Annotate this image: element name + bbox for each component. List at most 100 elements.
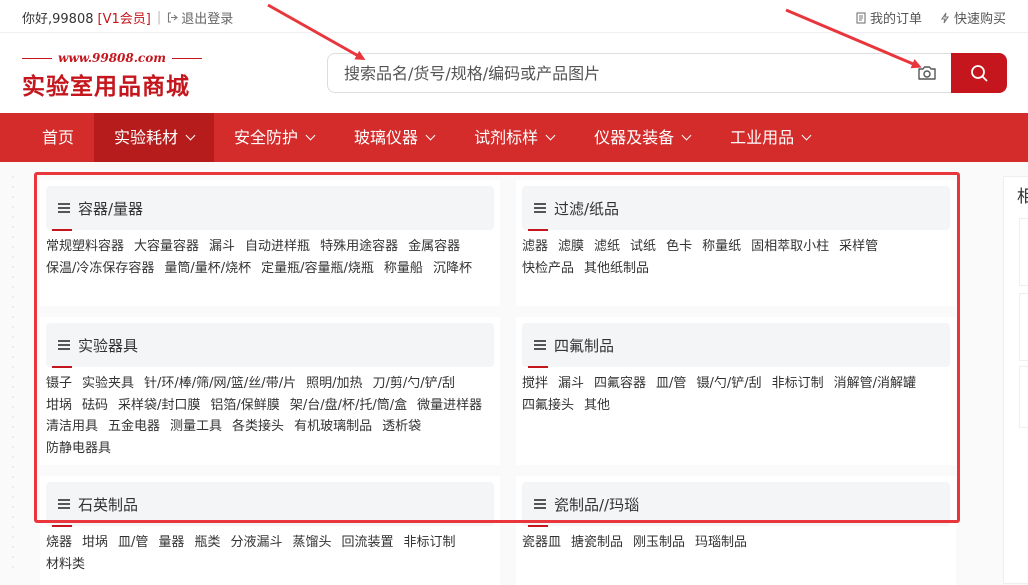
category-link[interactable]: 材料类 [46, 554, 85, 576]
category-link[interactable]: 量筒/量杯/烧杯 [164, 258, 251, 280]
search-bar [327, 53, 1007, 93]
nav-item-industrial[interactable]: 工业用品 [710, 113, 830, 162]
category-link[interactable]: 分液漏斗 [230, 532, 282, 554]
category-link[interactable]: 采样管 [839, 236, 878, 258]
category-title: 石英制品 [78, 495, 139, 514]
category-block: 容器/量器 常规塑料容器 大容量容器 漏斗 自动进样瓶 特殊用途容器 金属容器保温/冷冻保… [40, 180, 500, 306]
category-link[interactable]: 各类接头 [232, 416, 284, 438]
category-link[interactable]: 刀/剪/勺/铲/刮 [372, 373, 455, 395]
category-link[interactable]: 烧器 [46, 532, 72, 554]
category-link[interactable]: 色卡 [666, 236, 692, 258]
nav-item-glassware[interactable]: 玻璃仪器 [334, 113, 454, 162]
category-link[interactable]: 针/环/棒/筛/网/篮/丝/带/片 [144, 373, 296, 395]
category-link[interactable]: 其他 [584, 395, 610, 417]
search-button[interactable] [951, 53, 1007, 93]
category-header[interactable]: 实验器具 [46, 323, 494, 368]
category-link[interactable]: 称量纸 [702, 236, 741, 258]
category-link[interactable]: 坩埚 [82, 532, 108, 554]
category-header[interactable]: 瓷制品//玛瑙 [522, 482, 950, 527]
category-link[interactable]: 防静电器具 [46, 438, 111, 460]
category-link[interactable]: 漏斗 [209, 236, 235, 258]
category-link[interactable]: 瓶类 [194, 532, 220, 554]
title-underline [52, 366, 72, 368]
category-link[interactable]: 有机玻璃制品 [294, 416, 372, 438]
category-link[interactable]: 皿/管 [656, 373, 686, 395]
category-link[interactable]: 其他纸制品 [584, 258, 649, 280]
category-header[interactable]: 石英制品 [46, 482, 494, 527]
greeting: 你好,99808 [22, 12, 94, 27]
category-link[interactable]: 四氟接头 [522, 395, 574, 417]
my-orders-link[interactable]: 我的订单 [856, 8, 922, 27]
category-link[interactable]: 搅拌 [522, 373, 548, 395]
category-link[interactable]: 金属容器 [408, 236, 460, 258]
category-link[interactable]: 清洁用具 [46, 416, 98, 438]
category-link[interactable]: 玛瑙制品 [695, 532, 747, 554]
chevron-down-icon [681, 130, 692, 141]
category-link[interactable]: 瓷器皿 [522, 532, 561, 554]
category-link[interactable]: 滤器 [522, 236, 548, 258]
category-link[interactable]: 漏斗 [558, 373, 584, 395]
nav-label: 仪器及装备 [594, 128, 675, 147]
search-input[interactable] [328, 54, 888, 92]
category-link[interactable]: 铝箔/保鲜膜 [210, 395, 279, 417]
category-link[interactable]: 快检产品 [522, 258, 574, 280]
category-link[interactable]: 回流装置 [341, 532, 393, 554]
nav-label: 玻璃仪器 [354, 128, 419, 147]
category-link[interactable]: 滤纸 [594, 236, 620, 258]
category-link[interactable]: 照明/加热 [306, 373, 362, 395]
category-link[interactable]: 镊子 [46, 373, 72, 395]
category-link[interactable]: 刚玉制品 [633, 532, 685, 554]
category-block: 四氟制品 搅拌 漏斗 四氟容器 皿/管 镊/勺/铲/刮 非标订制 消解管/消解罐四氟接头 其他 [516, 317, 956, 465]
logo-url: www.99808.com [22, 51, 202, 65]
title-underline [528, 525, 548, 527]
category-items: 镊子 实验夹具 针/环/棒/筛/网/篮/丝/带/片 照明/加热 刀/剪/勺/铲/刮坩埚砝… [46, 367, 494, 459]
category-link[interactable]: 镊/勺/铲/刮 [696, 373, 761, 395]
category-link[interactable]: 试纸 [630, 236, 656, 258]
category-link[interactable]: 量器 [158, 532, 184, 554]
category-items: 滤器 滤膜 滤纸 试纸 色卡 称量纸 固相萃取小柱 采样管快检产品 其他纸制品 [522, 230, 950, 279]
category-link[interactable]: 大容量容器 [134, 236, 199, 258]
category-link[interactable]: 透析袋 [382, 416, 421, 438]
category-link[interactable]: 保温/冷冻保存容器 [46, 258, 154, 280]
header: www.99808.com 实验室用品商城 [0, 33, 1028, 113]
category-link[interactable]: 固相萃取小柱 [751, 236, 829, 258]
category-link[interactable]: 五金电器 [108, 416, 160, 438]
category-link[interactable]: 实验夹具 [82, 373, 134, 395]
quick-buy-link[interactable]: 快速购买 [940, 8, 1006, 27]
category-items: 烧器 坩埚 皿/管 量器 瓶类 分液漏斗 蒸馏头 回流装置 非标订制材料类 [46, 526, 494, 575]
category-link[interactable]: 非标订制 [772, 373, 824, 395]
category-link[interactable]: 非标订制 [404, 532, 456, 554]
category-link[interactable]: 搪瓷制品 [571, 532, 623, 554]
category-link[interactable]: 皿/管 [118, 532, 148, 554]
nav-item-home[interactable]: 首页 [22, 113, 94, 162]
nav-item-instruments[interactable]: 仪器及装备 [574, 113, 710, 162]
category-link[interactable]: 消解管/消解罐 [834, 373, 916, 395]
site-logo[interactable]: www.99808.com 实验室用品商城 [22, 51, 202, 101]
category-link[interactable]: 四氟容器 [594, 373, 646, 395]
side-card [1019, 366, 1028, 428]
category-link[interactable]: 测量工具 [170, 416, 222, 438]
category-header[interactable]: 四氟制品 [522, 323, 950, 368]
category-link[interactable]: 自动进样瓶 [245, 236, 310, 258]
category-link[interactable]: 滤膜 [558, 236, 584, 258]
category-link[interactable]: 微量进样器 [417, 395, 482, 417]
category-link[interactable]: 蒸馏头 [292, 532, 331, 554]
category-title: 过滤/纸品 [554, 199, 620, 218]
category-link[interactable]: 称量船 [384, 258, 423, 280]
vip-badge[interactable]: [V1会员] [98, 8, 151, 27]
nav-item-lab-consumables[interactable]: 实验耗材 [94, 113, 215, 162]
category-link[interactable]: 采样袋/封口膜 [118, 395, 200, 417]
category-link[interactable]: 砝码 [82, 395, 108, 417]
category-header[interactable]: 过滤/纸品 [522, 186, 950, 231]
nav-item-safety[interactable]: 安全防护 [214, 113, 334, 162]
category-link[interactable]: 坩埚 [46, 395, 72, 417]
category-link[interactable]: 定量瓶/容量瓶/烧瓶 [261, 258, 374, 280]
nav-item-reagents[interactable]: 试剂标样 [454, 113, 574, 162]
category-link[interactable]: 特殊用途容器 [320, 236, 398, 258]
category-link[interactable]: 架/台/盘/杯/托/筒/盒 [290, 395, 407, 417]
logout-link[interactable]: 退出登录 [167, 8, 233, 27]
category-header[interactable]: 容器/量器 [46, 186, 494, 231]
category-link[interactable]: 沉降杯 [433, 258, 472, 280]
camera-icon[interactable] [917, 65, 937, 81]
category-link[interactable]: 常规塑料容器 [46, 236, 124, 258]
